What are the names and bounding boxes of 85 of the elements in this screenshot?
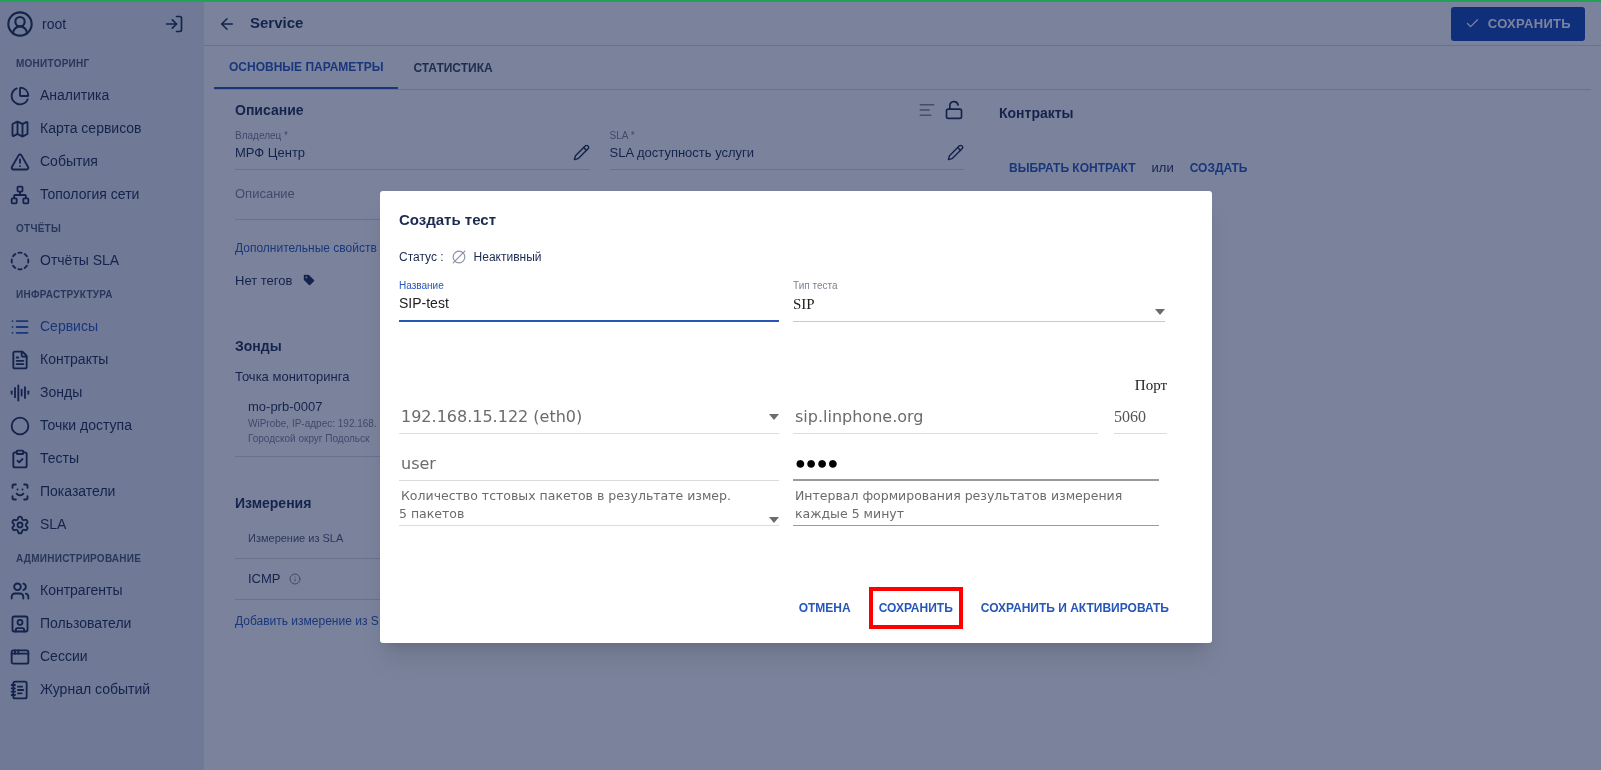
sound-wave-icon [10, 382, 30, 403]
hierarchy-icon [10, 184, 30, 205]
section-heading: ОТЧЁТЫ [15, 221, 62, 236]
probe-details: WiProbe, IP-адрес: 192.168. [248, 417, 377, 431]
sidebar-item[interactable]: SLA [0, 508, 204, 541]
section-title: Измерения [235, 494, 312, 513]
circle-icon [10, 415, 30, 436]
sidebar-item[interactable]: Топология сети [0, 178, 204, 211]
probe-name: mo-prb-0007 [248, 397, 323, 416]
dialog-button[interactable]: ОТМЕНА [788, 587, 861, 629]
field-value: SLA доступность услуги [609, 144, 756, 162]
server-field[interactable]: sip.linphone.org [793, 404, 1098, 434]
page-title: Service [250, 13, 305, 34]
sidebar-item[interactable]: Точки доступа [0, 409, 204, 442]
tab[interactable]: СТАТИСТИКА [398, 46, 508, 89]
window-icon [10, 646, 30, 667]
lines-icon[interactable] [918, 101, 936, 119]
pencil-icon[interactable] [947, 143, 964, 161]
person-card-icon [10, 613, 30, 634]
inactive-icon [451, 249, 466, 264]
sidebar-item[interactable]: Показатели [0, 475, 204, 508]
people-icon [10, 580, 30, 601]
status-value: Неактивный [473, 248, 542, 266]
add-measurement-link[interactable]: Добавить измерение из S [235, 612, 379, 630]
sidebar-item[interactable]: Контракты [0, 343, 204, 376]
notebook-icon [10, 679, 30, 700]
port-label: Порт [1134, 376, 1167, 395]
sidebar-item[interactable]: Зонды [0, 376, 204, 409]
warning-icon [10, 151, 30, 172]
pie-chart-icon [10, 85, 30, 106]
choose-contract-link[interactable]: ВЫБРАТЬ КОНТРАКТ [1009, 158, 1136, 177]
interface-select[interactable]: 192.168.15.122 (eth0) [399, 404, 779, 434]
dialog-button[interactable]: СОХРАНИТЬ И АКТИВИРОВАТЬ [970, 587, 1179, 629]
sidebar-item[interactable]: Карта сервисов [0, 112, 204, 145]
section-title: Зонды [235, 337, 282, 356]
sidebar-item[interactable]: Отчёты SLA [0, 244, 204, 277]
test-type-select[interactable]: Тип теста SIP [793, 277, 1165, 322]
map-icon [10, 118, 30, 139]
pencil-icon[interactable] [572, 143, 590, 161]
sidebar-item[interactable]: Тесты [0, 442, 204, 475]
sidebar-item[interactable]: Аналитика [0, 79, 204, 112]
document-icon [10, 349, 30, 370]
field-label: Точка мониторинга [235, 368, 350, 386]
dropdown-caret-icon[interactable] [769, 413, 779, 420]
section-heading: ИНФРАСТРУКТУРА [15, 288, 114, 302]
extra-properties-link[interactable]: Дополнительные свойств [235, 238, 377, 257]
column-header: Измерение из SLA [248, 530, 344, 546]
section-title: Описание [235, 100, 305, 120]
field-label: Владелец * [235, 129, 289, 143]
sidebar-item[interactable]: Сессии [0, 640, 204, 673]
tab[interactable]: ОСНОВНЫЕ ПАРАМЕТРЫ [214, 46, 399, 89]
dropdown-caret-icon[interactable] [1155, 309, 1165, 315]
sidebar-item[interactable]: Сервисы [0, 310, 204, 343]
dropdown-caret-icon[interactable] [769, 516, 779, 523]
dialog-button[interactable]: СОХРАНИТЬ [868, 587, 963, 629]
tag-icon[interactable] [302, 273, 317, 288]
clipboard-check-icon [10, 448, 30, 469]
unlocked-icon[interactable] [944, 100, 964, 120]
dialog-title: Создать тест [399, 210, 498, 230]
section-heading: МОНИТОРИНГ [15, 57, 91, 71]
password-field[interactable]: ●●●● [793, 449, 1159, 481]
table-cell-text: ICMP [248, 570, 281, 589]
field-value: МРФ Центр [235, 144, 307, 162]
or-text: или [1151, 159, 1174, 177]
user-field[interactable]: user [399, 451, 779, 481]
section-heading: АДМИНИСТРИРОВАНИЕ [15, 552, 143, 566]
description-field[interactable]: Описание [235, 184, 295, 204]
avatar-icon[interactable] [6, 10, 34, 38]
field-label: SLA * [609, 129, 636, 143]
tags-text: Нет тегов [235, 271, 293, 290]
interval-field[interactable]: Интервал формирования результатов измерения каждые 5 минут [793, 486, 1159, 526]
sidebar-item[interactable]: Пользователи [0, 607, 204, 640]
sidebar-item[interactable]: События [0, 145, 204, 178]
port-field[interactable]: 5060 [1114, 404, 1167, 434]
settings-icon [10, 514, 30, 535]
create-link[interactable]: СОЗДАТЬ [1189, 158, 1248, 177]
user-name: root [42, 14, 68, 34]
packets-select[interactable]: Количество тстовых пакетов в результате измер. 5 пакетов [399, 486, 779, 526]
status-label: Статус : [399, 248, 444, 266]
name-field[interactable]: Название SIP-test [399, 277, 779, 322]
save-button[interactable]: СОХРАНИТЬ [1450, 6, 1585, 41]
sidebar-item[interactable]: Журнал событий [0, 673, 204, 706]
section-title: Контракты [999, 104, 1075, 123]
sidebar-item[interactable]: Контрагенты [0, 574, 204, 607]
logout-icon[interactable] [164, 14, 184, 34]
